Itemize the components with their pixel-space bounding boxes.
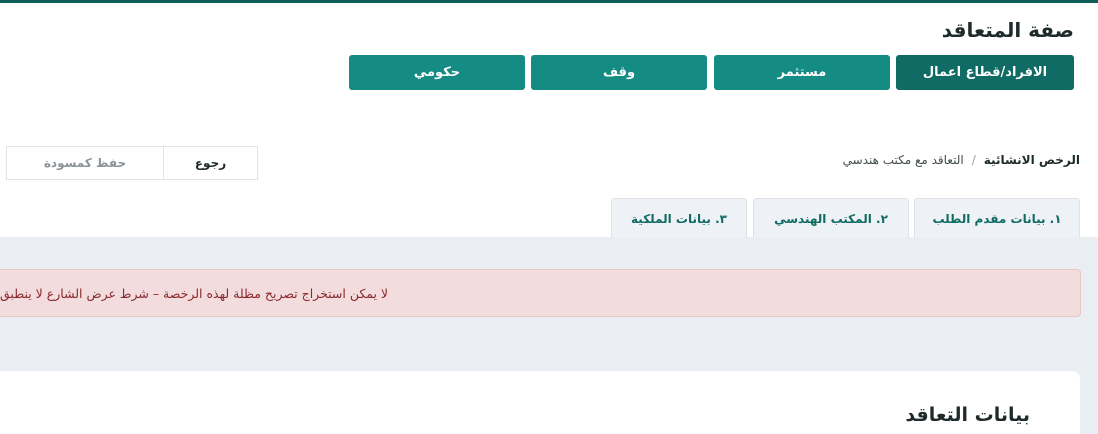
save-draft-button[interactable]: حفظ كمسودة — [7, 147, 164, 179]
type-government-button[interactable]: حكومي — [349, 55, 525, 90]
action-group: حفظ كمسودة رجوع — [6, 146, 258, 180]
type-individuals-button[interactable]: الافراد/قطاع اعمال — [896, 55, 1074, 90]
tab-applicant-data[interactable]: ١. بيانات مقدم الطلب — [914, 198, 1080, 238]
breadcrumb-separator: / — [971, 153, 976, 167]
error-alert: لا يمكن استخراج تصريح مظلة لهذه الرخصة –… — [0, 269, 1081, 317]
breadcrumb-current: التعاقد مع مكتب هندسي — [842, 153, 964, 167]
type-endowment-button[interactable]: وقف — [531, 55, 707, 90]
tab-property-data[interactable]: ٣. بيانات الملكية — [611, 198, 747, 238]
contract-data-card: بيانات التعاقد — [0, 371, 1080, 434]
back-button[interactable]: رجوع — [164, 147, 257, 179]
breadcrumb: الرخص الانشائية / التعاقد مع مكتب هندسي — [843, 153, 1080, 167]
type-investor-button[interactable]: مستثمر — [714, 55, 890, 90]
top-accent-line — [0, 0, 1098, 3]
page-title: صفة المتعاقد — [941, 18, 1074, 42]
tab-engineering-office[interactable]: ٢. المكتب الهندسي — [753, 198, 909, 238]
breadcrumb-root-link[interactable]: الرخص الانشائية — [984, 153, 1080, 167]
alert-message: لا يمكن استخراج تصريح مظلة لهذه الرخصة –… — [0, 285, 389, 301]
page: صفة المتعاقد الافراد/قطاع اعمال مستثمر و… — [0, 0, 1098, 434]
section-title: بيانات التعاقد — [905, 404, 1030, 426]
